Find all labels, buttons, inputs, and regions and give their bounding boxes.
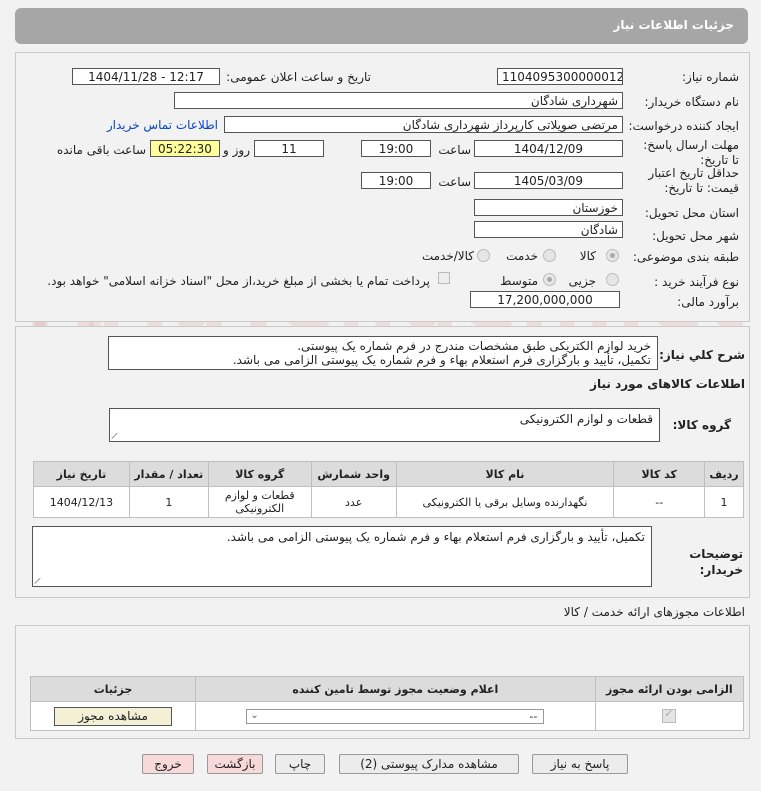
- buyer-contact-link[interactable]: اطلاعات تماس خریدار: [107, 118, 218, 132]
- cell-supplier-status: -- ⌄: [195, 701, 596, 731]
- col-supplier-status: اعلام وضعیت مجوز توسط تامین کننده: [195, 676, 596, 702]
- category-service-radio[interactable]: [543, 249, 556, 262]
- reply-button[interactable]: پاسخ به نیاز: [532, 754, 628, 774]
- process-label: نوع فرآیند خرید :: [654, 275, 739, 289]
- category-goods-service-radio[interactable]: [477, 249, 490, 262]
- days-label: روز و: [223, 143, 250, 157]
- buyer-org-field: شهرداری شادگان: [174, 92, 623, 109]
- process-medium-label: متوسط: [500, 274, 538, 288]
- need-number-label: شماره نیاز:: [682, 70, 739, 84]
- cell-details: مشاهده مجوز: [29, 701, 197, 731]
- permit-status-value: --: [529, 709, 538, 723]
- remaining-time-field: 05:22:30: [150, 140, 220, 157]
- goods-section-title: اطلاعات کالاهای مورد نیاز: [590, 377, 745, 391]
- price-time-label: ساعت: [438, 175, 471, 189]
- estimate-field: 17,200,000,000: [470, 291, 620, 308]
- cell-goods-code: --: [613, 486, 706, 518]
- goods-group-value: قطعات و لوازم الکترونیکی: [519, 412, 653, 426]
- permits-section-title: اطلاعات مجوزهای ارائه خدمت / کالا: [563, 605, 745, 619]
- days-field: 11: [254, 140, 324, 157]
- page-header: جزئیات اطلاعات نیاز: [15, 8, 748, 44]
- permits-table-header: جزئیات اعلام وضعیت مجوز توسط تامین کننده…: [29, 676, 745, 702]
- treasury-payment-label: پرداخت تمام یا بخشی از مبلغ خرید،از محل …: [47, 274, 430, 288]
- description-line-1: خرید لوازم الکتریکی طبق مشخصات مندرج در …: [297, 339, 651, 353]
- table-row: مشاهده مجوز -- ⌄ ✓: [29, 701, 745, 731]
- reply-time-label: ساعت: [438, 143, 471, 157]
- chevron-down-icon: ⌄: [250, 709, 259, 721]
- province-label: استان محل تحویل:: [644, 206, 739, 220]
- cell-need-date: 1404/12/13: [33, 486, 130, 518]
- print-button[interactable]: چاپ: [275, 754, 325, 774]
- back-button[interactable]: بازگشت: [207, 754, 263, 774]
- check-icon: ✓: [664, 707, 674, 720]
- resize-handle-icon[interactable]: [112, 431, 120, 439]
- cell-unit: عدد: [310, 486, 397, 518]
- city-label: شهر محل تحویل:: [652, 229, 739, 243]
- permit-required-checkbox[interactable]: ✓: [662, 707, 677, 723]
- process-minor-label: جزیی: [568, 274, 596, 288]
- col-goods-code: کد کالا: [613, 461, 706, 487]
- col-need-date: تاریخ نیاز: [33, 461, 130, 487]
- view-attachments-button[interactable]: مشاهده مدارک پیوستی (2): [339, 754, 519, 774]
- process-medium-radio[interactable]: [543, 273, 556, 286]
- remaining-label: ساعت باقی مانده: [56, 143, 146, 157]
- buyer-notes-label: توضیحات خریدار:: [689, 547, 743, 577]
- buyer-org-label: نام دستگاه خریدار:: [644, 95, 740, 109]
- announce-label: تاریخ و ساعت اعلان عمومی:: [226, 70, 371, 84]
- goods-table-header: تاریخ نیاز تعداد / مقدار گروه کالا واحد …: [33, 461, 744, 487]
- table-row: 1404/12/13 1 قطعات و لوازم الکترونیکی عد…: [33, 486, 744, 518]
- description-label: شرح کلي نياز:: [659, 348, 745, 362]
- category-goods-radio[interactable]: [606, 249, 619, 262]
- reply-time-field: 19:00: [361, 140, 431, 157]
- goods-group-textarea: قطعات و لوازم الکترونیکی: [109, 408, 660, 442]
- creator-field: مرتضی صویلاتی کارپرداز شهرداری شادگان: [224, 116, 623, 133]
- col-goods-group: گروه کالا: [207, 461, 312, 487]
- description-textarea: خرید لوازم الکتریکی طبق مشخصات مندرج در …: [108, 336, 658, 370]
- page-title: جزئیات اطلاعات نیاز: [613, 18, 734, 32]
- price-date-field: 1405/03/09: [474, 172, 623, 189]
- permit-status-select[interactable]: -- ⌄: [246, 708, 545, 724]
- category-goods-service-label: کالا/خدمت: [421, 249, 474, 263]
- city-field: شادگان: [474, 221, 623, 238]
- col-goods-name: نام کالا: [395, 461, 615, 487]
- estimate-label: برآورد مالی:: [677, 295, 739, 309]
- exit-button[interactable]: خروج: [142, 754, 194, 774]
- buyer-notes-value: تکمیل، تأیید و بارگزاری فرم استعلام بهاء…: [226, 530, 645, 544]
- view-permit-button[interactable]: مشاهده مجوز: [54, 706, 173, 726]
- category-goods-label: کالا: [579, 249, 596, 263]
- cell-permit-required: ✓: [594, 701, 745, 731]
- cell-quantity: 1: [128, 486, 209, 518]
- announce-field: 1404/11/28 - 12:17: [72, 68, 220, 85]
- price-time-field: 19:00: [361, 172, 431, 189]
- creator-label: ایجاد کننده درخواست:: [628, 119, 739, 133]
- goods-table: تاریخ نیاز تعداد / مقدار گروه کالا واحد …: [33, 461, 744, 518]
- process-minor-radio[interactable]: [606, 273, 619, 286]
- description-line-2: تکمیل، تأیید و بارگزاری فرم استعلام بهاء…: [232, 353, 651, 367]
- province-field: خوزستان: [474, 199, 623, 216]
- cell-goods-group: قطعات و لوازم الکترونیکی: [207, 486, 312, 518]
- resize-handle-icon[interactable]: [35, 576, 43, 584]
- reply-deadline-label: مهلت ارسال پاسخ: تا تاریخ:: [643, 138, 739, 167]
- price-validity-label: حداقل تاریخ اعتبار قیمت: تا تاریخ:: [648, 166, 739, 195]
- category-label: طبقه بندی موضوعی:: [632, 250, 739, 264]
- cell-row: 1: [704, 486, 744, 518]
- col-quantity: تعداد / مقدار: [128, 461, 209, 487]
- col-row: ردیف: [704, 461, 744, 487]
- reply-date-field: 1404/12/09: [474, 140, 623, 157]
- buyer-notes-textarea: تکمیل، تأیید و بارگزاری فرم استعلام بهاء…: [32, 526, 652, 587]
- permits-table: جزئیات اعلام وضعیت مجوز توسط تامین کننده…: [29, 676, 745, 731]
- goods-group-label: گروه کالا:: [672, 418, 731, 432]
- col-details: جزئیات: [29, 676, 197, 702]
- treasury-payment-checkbox[interactable]: [438, 272, 450, 284]
- category-service-label: خدمت: [506, 249, 538, 263]
- need-number-field: 1104095300000012: [497, 68, 623, 85]
- col-permit-required: الزامی بودن ارائه مجوز: [594, 676, 745, 702]
- cell-goods-name: نگهدارنده وسایل برقی یا الکترونیکی: [395, 486, 615, 518]
- col-unit: واحد شمارش: [310, 461, 397, 487]
